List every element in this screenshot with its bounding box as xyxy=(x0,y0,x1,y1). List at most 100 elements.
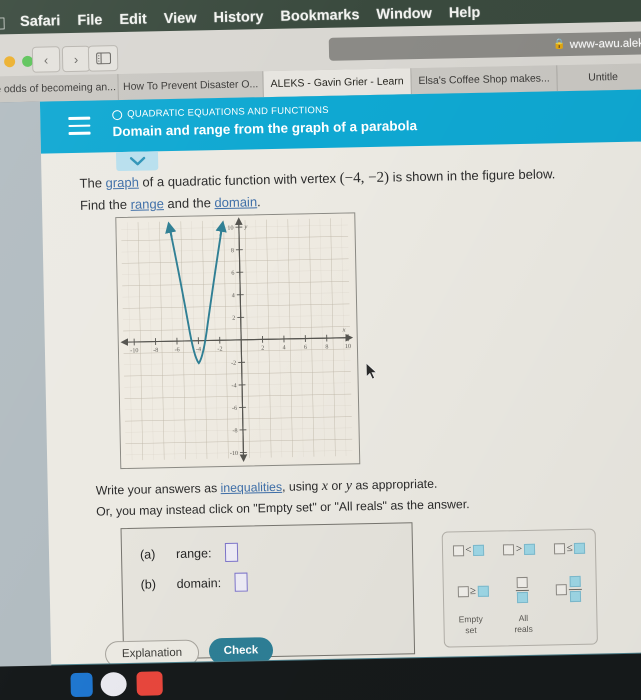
svg-text:-8: -8 xyxy=(153,347,158,354)
tab-odds-of-becoming[interactable]: the odds of becomeing an... xyxy=(0,74,119,103)
keypad-greater-than-button[interactable]: > xyxy=(503,543,535,556)
sidebar-toggle-icon[interactable] xyxy=(87,45,119,72)
question-line1-mid: of a quadratic function with vertex xyxy=(138,170,340,190)
keypad-spacer xyxy=(553,622,593,623)
placeholder-square xyxy=(452,544,464,556)
placeholder-square xyxy=(457,585,469,597)
placeholder-square-filled xyxy=(574,542,586,554)
operator-greater-equal: ≥ xyxy=(469,585,477,598)
forward-icon[interactable]: › xyxy=(61,45,91,73)
url-text: www-awu.aleks. xyxy=(569,36,641,51)
circle-outline-icon xyxy=(112,109,123,120)
svg-text:-2: -2 xyxy=(231,360,236,367)
screen-photo:  Safari File Edit View History Bookmark… xyxy=(0,0,641,700)
tab-aleks-gavin-grier[interactable]: ALEKS - Gavin Grier - Learn xyxy=(263,68,412,98)
range-input[interactable] xyxy=(225,542,239,562)
svg-text:6: 6 xyxy=(231,270,234,277)
domain-input[interactable] xyxy=(234,572,249,592)
question-text: The graph of a quadratic function with v… xyxy=(79,162,625,216)
address-bar[interactable]: 🔒 www-awu.aleks. xyxy=(328,31,641,61)
fraction-bar xyxy=(515,589,529,591)
keypad-row-2: ≥ xyxy=(444,575,596,605)
empty-set-line1: Empty xyxy=(458,613,483,625)
svg-text:6: 6 xyxy=(304,344,307,351)
operator-greater-than: > xyxy=(515,543,523,556)
svg-text:-8: -8 xyxy=(232,427,237,434)
tab-untitled[interactable]: Untitle xyxy=(557,63,641,92)
keypad-fraction-button[interactable] xyxy=(515,576,529,604)
instr-line1-post: as appropriate. xyxy=(351,476,438,493)
fraction-bar xyxy=(569,588,583,590)
svg-text:2: 2 xyxy=(232,315,235,322)
minimize-button[interactable] xyxy=(4,56,16,68)
question-line2-post: . xyxy=(256,194,261,210)
all-reals-line1: All xyxy=(518,612,529,624)
link-domain[interactable]: domain xyxy=(214,195,257,211)
instr-line1-or: or xyxy=(327,478,346,493)
placeholder-square-filled xyxy=(523,543,535,555)
link-graph[interactable]: graph xyxy=(105,175,139,191)
browser-viewport: QUADRATIC EQUATIONS AND FUNCTIONS Domain… xyxy=(0,89,641,679)
svg-text:2: 2 xyxy=(261,345,264,352)
keypad-greater-equal-button[interactable]: ≥ xyxy=(457,585,489,598)
topic-category-label: QUADRATIC EQUATIONS AND FUNCTIONS xyxy=(127,104,329,120)
back-icon[interactable]: ‹ xyxy=(31,46,61,73)
tab-how-to-prevent-disaster[interactable]: How To Prevent Disaster O... xyxy=(118,71,264,101)
operator-less-equal: ≤ xyxy=(566,542,573,555)
window-controls xyxy=(0,55,34,68)
svg-text:-4: -4 xyxy=(231,382,236,389)
placeholder-square-filled xyxy=(472,544,485,556)
dock-icon-blue[interactable] xyxy=(70,672,93,698)
numerator-square xyxy=(516,576,528,589)
dock-icon-red[interactable] xyxy=(136,671,163,696)
hamburger-icon[interactable] xyxy=(68,116,91,136)
operator-less-than: < xyxy=(465,544,472,557)
question-line1-pre: The xyxy=(79,175,106,191)
svg-text:4: 4 xyxy=(232,292,235,299)
svg-text:8: 8 xyxy=(325,343,328,350)
page-title: Domain and range from the graph of a par… xyxy=(112,118,418,140)
aleks-header-bar: QUADRATIC EQUATIONS AND FUNCTIONS Domain… xyxy=(39,89,641,154)
question-line1-post: is shown in the figure below. xyxy=(388,166,556,185)
svg-text:y: y xyxy=(243,223,247,230)
mixed-number-icon xyxy=(555,575,583,603)
graph-svg: -10 -8 -6 -4 -2 2 4 6 8 10 10 8 6 4 2 -2… xyxy=(116,213,358,467)
answer-row-range: (a) range: xyxy=(140,542,239,564)
whole-square xyxy=(555,583,567,595)
answer-row-domain: (b) domain: xyxy=(140,572,249,594)
svg-text:-6: -6 xyxy=(232,405,237,412)
keypad-less-equal-button[interactable]: ≤ xyxy=(554,542,586,555)
numerator-square xyxy=(569,575,582,588)
svg-text:-10: -10 xyxy=(130,347,138,354)
svg-text:-4: -4 xyxy=(196,346,201,353)
keypad-row-1: < > ≤ xyxy=(443,542,595,557)
svg-text:10: 10 xyxy=(345,343,351,350)
tab-elsas-coffee-shop[interactable]: Elsa's Coffee Shop makes... xyxy=(411,65,558,95)
denominator-square xyxy=(516,592,528,604)
aleks-page-content: QUADRATIC EQUATIONS AND FUNCTIONS Domain… xyxy=(39,89,641,677)
fraction-icon xyxy=(515,576,529,604)
nav-buttons: ‹ › xyxy=(31,45,91,73)
link-range[interactable]: range xyxy=(130,196,164,212)
instr-line1-mid: , using xyxy=(281,479,322,494)
chevron-down-icon[interactable] xyxy=(115,151,159,172)
answer-instructions: Write your answers as inequalities, usin… xyxy=(96,470,641,523)
keypad-mixed-number-button[interactable] xyxy=(555,575,583,603)
dock-icon-white[interactable] xyxy=(100,672,127,697)
keypad-less-than-button[interactable]: < xyxy=(452,544,485,557)
topic-category: QUADRATIC EQUATIONS AND FUNCTIONS xyxy=(112,105,329,120)
svg-text:10: 10 xyxy=(227,225,233,232)
link-inequalities[interactable]: inequalities xyxy=(220,480,282,495)
svg-text:-6: -6 xyxy=(175,346,180,353)
question-line2-mid: and the xyxy=(163,195,215,212)
answer-label-range: range: xyxy=(175,545,212,561)
denominator-square xyxy=(570,591,582,603)
parabola-graph: -10 -8 -6 -4 -2 2 4 6 8 10 10 8 6 4 2 -2… xyxy=(115,212,361,470)
placeholder-square-filled xyxy=(477,585,489,597)
answer-letter-b: (b) xyxy=(140,576,157,592)
fraction-icon xyxy=(569,575,583,603)
svg-text:-2: -2 xyxy=(217,346,222,353)
svg-text:8: 8 xyxy=(231,247,234,254)
mouse-pointer-icon xyxy=(365,362,378,381)
svg-text:-10: -10 xyxy=(230,450,238,457)
